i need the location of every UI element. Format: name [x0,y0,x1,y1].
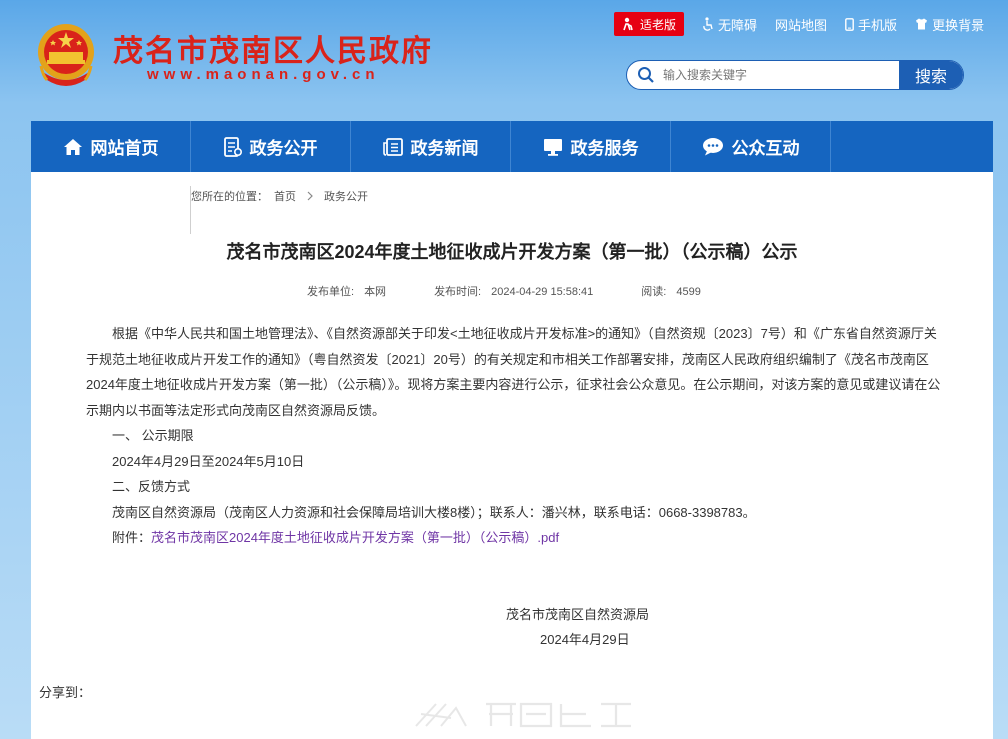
nav-item-services[interactable]: 政务服务 [511,121,671,172]
article-title: 茂名市茂南区2024年度土地征收成片开发方案（第一批）（公示稿）公示 [226,242,798,262]
chevron-right-icon [307,191,313,201]
elder-icon [623,17,633,31]
search-input[interactable] [655,61,899,89]
main-nav: 网站首页 政务公开 政务新闻 政务服务 公众互动 [31,121,993,172]
publisher-label: 发布单位: [307,286,355,298]
nav-item-government-affairs[interactable]: 政务公开 [191,121,351,172]
nav-item-label: 政务公开 [249,139,318,158]
chat-icon [702,138,723,156]
national-emblem-icon [38,24,94,86]
nav-item-label: 政务服务 [570,139,639,158]
sitemap-link[interactable]: 网站地图 [775,15,827,34]
shirt-icon [916,18,928,30]
accessibility-link[interactable]: 无障碍 [702,15,757,34]
breadcrumb: 您所在的位置： 首页 政务公开 [190,186,368,234]
nav-item-label: 政务新闻 [410,139,479,158]
accessibility-icon [703,17,713,31]
publish-time-value: 2024-04-29 15:58:41 [491,286,594,298]
views-label: 阅读: [641,286,667,298]
accessibility-label: 无障碍 [718,17,758,33]
change-background-link[interactable]: 更换背景 [915,15,984,34]
publisher-value: 本网 [364,286,387,298]
monitor-icon [543,138,562,156]
section-heading-period: 一、 公示期限 [112,428,194,443]
top-utility-bar: 适老版 无障碍 网站地图 手机版 更换背景 [614,11,984,37]
views-count: 4599 [676,286,701,298]
nav-item-news[interactable]: 政务新闻 [351,121,511,172]
attachment-label: 附件： [112,530,152,545]
section-heading-feedback: 二、反馈方式 [112,479,191,494]
meta-publisher: 发布单位: 本网 [307,283,386,299]
article-meta: 发布单位: 本网 发布时间: 2024-04-29 15:58:41 阅读: 4599 [307,283,749,299]
elder-mode-button[interactable]: 适老版 [614,12,685,36]
breadcrumb-prefix: 您所在的位置： [191,191,268,203]
signature-org: 茂名市茂南区自然资源局 [506,607,650,622]
signature-date: 2024年4月29日 [540,632,630,647]
attachment-link[interactable]: 茂名市茂南区2024年度土地征收成片开发方案（第一批）（公示稿）.pdf [151,530,559,545]
meta-publish-time: 发布时间: 2024-04-29 15:58:41 [434,283,593,299]
nav-item-interaction[interactable]: 公众互动 [671,121,831,172]
nav-item-label: 网站首页 [90,139,159,158]
site-url: www.maonan.gov.cn [147,66,380,83]
home-icon [63,138,82,155]
document-icon [223,136,242,157]
section-body-feedback: 茂南区自然资源局（茂南区人力资源和社会保障局培训大楼8楼）；联系人：潘兴林，联系… [112,504,756,520]
search-button[interactable]: 搜索 [899,61,963,89]
gdmm-watermark-logo [415,702,631,728]
article-body: 根据《中华人民共和国土地管理法》、《自然资源部关于印发<土地征收成片开发标准>的… [86,321,946,551]
site-title[interactable]: 茂名市茂南区人民政府 [113,26,433,70]
nav-item-label: 公众互动 [731,139,800,158]
nav-item-home[interactable]: 网站首页 [31,121,191,172]
mobile-icon [845,17,854,31]
attachment-line: 附件：茂名市茂南区2024年度土地征收成片开发方案（第一批）（公示稿）.pdf [86,525,946,551]
article-paragraph: 根据《中华人民共和国土地管理法》、《自然资源部关于印发<土地征收成片开发标准>的… [86,326,941,418]
mobile-version-link[interactable]: 手机版 [845,15,897,34]
change-background-label: 更换背景 [932,17,985,33]
publish-time-label: 发布时间: [434,286,482,298]
mobile-label: 手机版 [858,17,898,33]
share-label: 分享到： [39,685,92,700]
news-icon [382,137,403,156]
article-container: 您所在的位置： 首页 政务公开 茂名市茂南区2024年度土地征收成片开发方案（第… [31,172,993,739]
sitemap-label: 网站地图 [775,17,828,33]
breadcrumb-home-link[interactable]: 首页 [274,188,296,204]
search-icon [638,67,654,83]
breadcrumb-current-link[interactable]: 政务公开 [324,188,368,204]
elder-mode-label: 适老版 [640,17,677,32]
section-body-period: 2024年4月29日至2024年5月10日 [112,453,305,469]
meta-views: 阅读: 4599 [641,283,701,299]
search-bar: 搜索 [626,60,964,90]
